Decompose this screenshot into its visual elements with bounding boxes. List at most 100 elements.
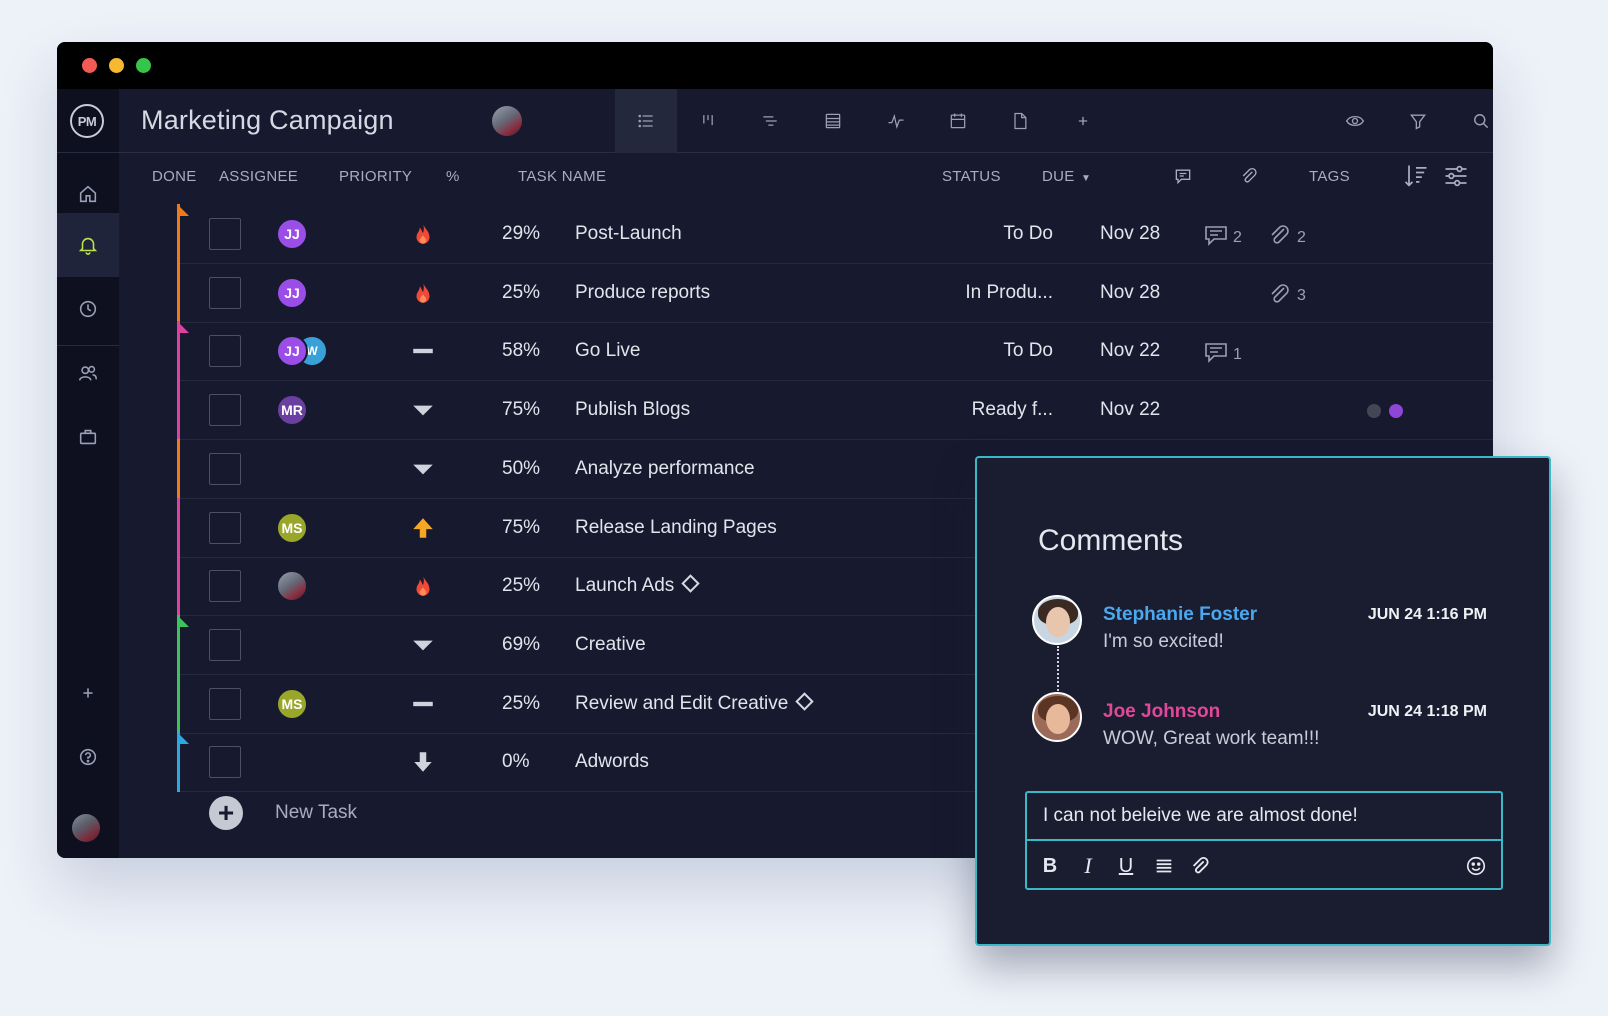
pm-logo[interactable]: PM	[70, 104, 104, 138]
briefcase-icon[interactable]	[57, 405, 119, 469]
task-due-date[interactable]: Nov 28	[1100, 282, 1160, 304]
clock-icon[interactable]	[57, 277, 119, 341]
new-task-label[interactable]: New Task	[275, 802, 357, 824]
assignee-avatar[interactable]: MR	[276, 394, 308, 427]
add-view-icon[interactable]	[1052, 89, 1114, 153]
task-name[interactable]: Go Live	[575, 340, 640, 362]
done-checkbox[interactable]	[209, 511, 241, 544]
table-row[interactable]: W JJ 58% Go Live To Do Nov 22 1	[177, 321, 1493, 382]
bold-icon[interactable]: B	[1037, 853, 1063, 879]
priority-medium-icon[interactable]	[410, 338, 436, 364]
priority-critical-icon[interactable]	[410, 573, 436, 599]
plus-icon[interactable]	[57, 661, 119, 725]
progress-percent[interactable]: 25%	[502, 693, 540, 715]
progress-percent[interactable]: 29%	[502, 223, 540, 245]
comment-author[interactable]: Stephanie Foster	[1103, 604, 1257, 626]
column-due[interactable]: DUE ▼	[1042, 168, 1091, 185]
task-name[interactable]: Publish Blogs	[575, 399, 690, 421]
done-checkbox[interactable]	[209, 746, 241, 779]
task-due-date[interactable]: Nov 28	[1100, 223, 1160, 245]
priority-lowest-icon[interactable]	[410, 749, 436, 775]
document-view-icon[interactable]	[989, 89, 1051, 153]
column-percent[interactable]: %	[446, 168, 460, 185]
add-task-icon[interactable]: +	[209, 796, 243, 830]
minimize-window-button[interactable]	[109, 58, 124, 73]
assignee-avatar[interactable]: JJ	[276, 218, 308, 250]
progress-percent[interactable]: 69%	[502, 634, 540, 656]
progress-percent[interactable]: 0%	[502, 751, 529, 773]
priority-critical-icon[interactable]	[410, 280, 436, 306]
priority-medium-icon[interactable]	[410, 691, 436, 717]
sheet-view-icon[interactable]	[802, 89, 864, 153]
progress-percent[interactable]: 25%	[502, 575, 540, 597]
done-checkbox[interactable]	[209, 628, 241, 661]
progress-percent[interactable]: 50%	[502, 458, 540, 480]
done-checkbox[interactable]	[209, 394, 241, 427]
maximize-window-button[interactable]	[136, 58, 151, 73]
column-assignee[interactable]: ASSIGNEE	[219, 168, 298, 185]
done-checkbox[interactable]	[209, 335, 241, 368]
attach-icon[interactable]	[1187, 853, 1213, 879]
progress-percent[interactable]: 58%	[502, 340, 540, 362]
column-priority[interactable]: PRIORITY	[339, 168, 412, 185]
task-status[interactable]: Ready f...	[972, 399, 1053, 421]
attachments-count[interactable]: 2	[1267, 223, 1306, 252]
table-row[interactable]: MR 75% Publish Blogs Ready f... Nov 22	[177, 380, 1493, 441]
comment-input[interactable]	[1027, 793, 1501, 841]
task-name[interactable]: Analyze performance	[575, 458, 755, 480]
task-due-date[interactable]: Nov 22	[1100, 340, 1160, 362]
priority-high-icon[interactable]	[410, 515, 436, 541]
column-status[interactable]: STATUS	[942, 168, 1001, 185]
filter-icon[interactable]	[1387, 89, 1449, 153]
task-name[interactable]: Release Landing Pages	[575, 517, 777, 539]
assignee-avatar[interactable]: JJ	[276, 276, 308, 309]
bell-icon[interactable]	[57, 213, 119, 277]
task-name[interactable]: Launch Ads	[575, 574, 701, 597]
progress-percent[interactable]: 75%	[502, 517, 540, 539]
comments-count[interactable]: 2	[1203, 223, 1242, 252]
project-owner-avatar[interactable]	[492, 106, 522, 136]
column-tags[interactable]: TAGS	[1309, 168, 1350, 185]
task-name[interactable]: Produce reports	[575, 282, 710, 304]
board-view-icon[interactable]	[677, 89, 739, 153]
task-name[interactable]: Creative	[575, 634, 646, 656]
align-icon[interactable]	[1151, 853, 1177, 879]
column-settings-icon[interactable]	[1442, 162, 1470, 194]
help-icon[interactable]	[57, 725, 119, 789]
emoji-icon[interactable]	[1463, 853, 1489, 879]
attachments-column-icon[interactable]	[1239, 166, 1259, 190]
task-status[interactable]: To Do	[1003, 340, 1053, 362]
task-due-date[interactable]: Nov 22	[1100, 399, 1160, 421]
priority-low-icon[interactable]	[410, 456, 436, 482]
assignee-avatar[interactable]	[276, 570, 308, 603]
underline-icon[interactable]: U	[1113, 853, 1139, 879]
progress-percent[interactable]: 25%	[502, 282, 540, 304]
task-name[interactable]: Review and Edit Creative	[575, 691, 815, 715]
comment-author[interactable]: Joe Johnson	[1103, 701, 1220, 723]
gantt-view-icon[interactable]	[739, 89, 801, 153]
assignee-avatar[interactable]: MS	[276, 511, 308, 544]
table-row[interactable]: JJ 29% Post-Launch To Do Nov 28 2 2	[177, 204, 1493, 264]
assignee-avatar[interactable]: MS	[276, 687, 308, 720]
italic-icon[interactable]: I	[1075, 853, 1101, 879]
priority-low-icon[interactable]	[410, 397, 436, 423]
done-checkbox[interactable]	[209, 276, 241, 309]
dashboard-view-icon[interactable]	[865, 89, 927, 153]
search-icon[interactable]	[1450, 89, 1493, 153]
sort-order-icon[interactable]	[1402, 162, 1430, 194]
done-checkbox[interactable]	[209, 570, 241, 603]
task-name[interactable]: Adwords	[575, 751, 649, 773]
comments-count[interactable]: 1	[1203, 340, 1242, 369]
table-row[interactable]: JJ 25% Produce reports In Produ... Nov 28 3	[177, 262, 1493, 323]
comments-column-icon[interactable]	[1173, 166, 1193, 190]
done-checkbox[interactable]	[209, 452, 241, 485]
column-task-name[interactable]: TASK NAME	[518, 168, 606, 185]
priority-critical-icon[interactable]	[410, 221, 436, 247]
eye-icon[interactable]	[1324, 89, 1386, 153]
tag-dot[interactable]	[1367, 404, 1381, 419]
people-icon[interactable]	[57, 341, 119, 405]
done-checkbox[interactable]	[209, 687, 241, 720]
progress-percent[interactable]: 75%	[502, 399, 540, 421]
list-view-icon[interactable]	[615, 89, 677, 153]
task-status[interactable]: In Produ...	[965, 282, 1053, 304]
